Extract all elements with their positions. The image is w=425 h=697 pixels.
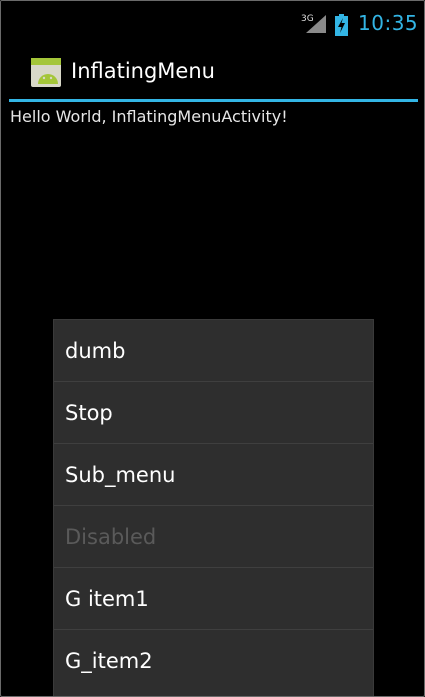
menu-item-disabled: Disabled xyxy=(54,506,373,568)
options-menu: dumb Stop Sub_menu Disabled G item1 G_it… xyxy=(53,319,374,696)
menu-item-g-item1[interactable]: G item1 xyxy=(54,568,373,630)
signal-icon xyxy=(306,15,326,33)
status-bar: 3G 10:35 xyxy=(1,1,424,47)
app-title: InflatingMenu xyxy=(71,59,215,83)
battery-charging-icon xyxy=(335,14,348,36)
device-screen: 3G 10:35 InflatingMenu Hello World, Infl… xyxy=(0,0,425,697)
status-clock: 10:35 xyxy=(358,11,419,35)
menu-item-g-item2[interactable]: G_item2 xyxy=(54,630,373,692)
hello-world-text: Hello World, InflatingMenuActivity! xyxy=(10,107,288,126)
action-bar-divider xyxy=(9,99,418,102)
menu-item-sub-menu[interactable]: Sub_menu xyxy=(54,444,373,506)
menu-item-stop[interactable]: Stop xyxy=(54,382,373,444)
menu-item-dumb[interactable]: dumb xyxy=(54,320,373,382)
action-bar: InflatingMenu xyxy=(1,47,424,99)
android-app-icon[interactable] xyxy=(30,56,62,88)
